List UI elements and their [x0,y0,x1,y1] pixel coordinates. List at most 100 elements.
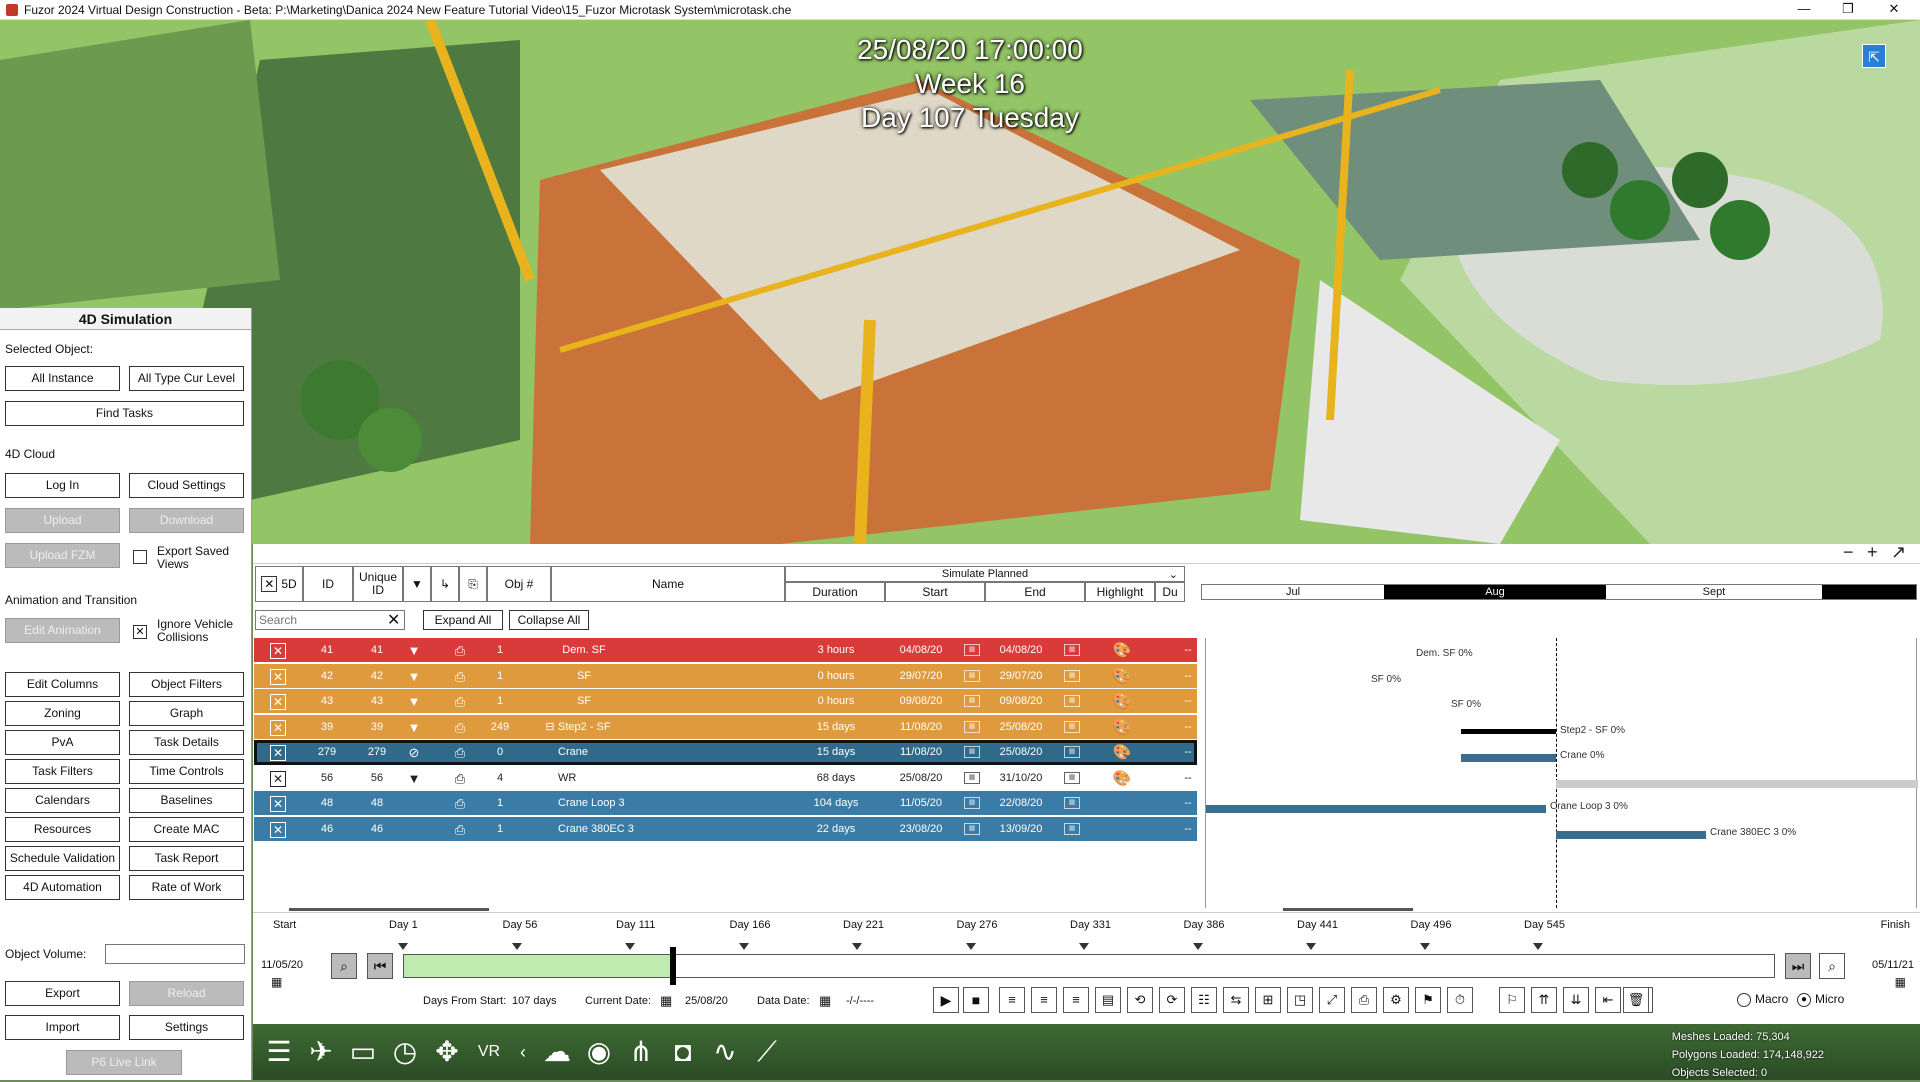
highlight-palette-icon[interactable]: 🎨 [1112,664,1132,689]
cloud-settings-button[interactable]: Cloud Settings [129,473,244,498]
end-calendar-icon[interactable]: ▦ [1064,746,1080,758]
align-left-icon[interactable]: ≡ [999,987,1025,1013]
highlight-palette-icon[interactable]: 🎨 [1112,715,1132,740]
ignore-vehicle-collisions-checkbox[interactable]: ✕ [133,625,147,639]
row-expand-icon[interactable]: ⊟ [544,715,556,740]
current-date-calendar-icon[interactable]: ▦ [660,993,672,1009]
select-all-checkbox[interactable]: ✕ [261,576,278,592]
start-calendar-icon[interactable]: ▦ [964,720,980,733]
table-row[interactable]: ✕ 56 56 4 ▼ ⎙ WR 68 days 25/08/20 ▦ 31/10/20 ▦ 🎨 -- [254,765,1197,791]
all-instance-button[interactable]: All Instance [5,366,120,391]
start-calendar-icon[interactable]: ▦ [964,822,980,835]
table-row[interactable]: ✕ 279 279 0 ⊘ ⎙ Crane 15 days 11/08/20 ▦ 25/08/20 ▦… [254,740,1197,765]
restore-button[interactable]: ❐ [1828,0,1868,20]
timer-icon[interactable]: ⏱ [1447,987,1473,1013]
hdr-name[interactable]: Name [551,566,785,602]
4d-automation-button[interactable]: 4D Automation [5,875,120,900]
vr-icon[interactable]: VR [471,1034,507,1070]
align-right-icon[interactable]: ≡ [1063,987,1089,1013]
skip-start-icon[interactable]: ⏮ [367,953,393,979]
3d-viewport[interactable]: 25/08/20 17:00:00 Week 16 Day 107 Tuesda… [0,20,1920,544]
cloud-icon[interactable]: ☁ [539,1034,575,1070]
down-icon[interactable]: ⇊ [1563,987,1589,1013]
collapse-all-button[interactable]: Collapse All [509,610,589,630]
scale-icon[interactable]: ⤢ [1319,987,1345,1013]
end-calendar-icon[interactable]: ▦ [1064,822,1080,835]
row-checkbox[interactable]: ✕ [270,643,286,659]
list-icon[interactable]: ▤ [1095,987,1121,1013]
calendars-button[interactable]: Calendars [5,788,120,813]
zoom-out-icon[interactable]: ⌕ [331,953,357,979]
print-icon[interactable]: ⎙ [1351,987,1377,1013]
start-calendar-icon[interactable]: ▦ [964,746,980,758]
zoom-in-icon[interactable]: ⌕ [1819,953,1845,979]
end-calendar-icon[interactable]: ▦ [1064,644,1080,656]
rate-of-work-button[interactable]: Rate of Work [129,875,244,900]
macro-radio[interactable] [1737,993,1751,1007]
skip-end-icon[interactable]: ⏭ [1785,953,1811,979]
object-volume-field[interactable] [105,944,245,964]
table-row[interactable]: ✕ 39 39 249 ▼ ⎙ ⊟ Step2 - SF 15 days 11/08/20 ▦ 25/… [254,714,1197,740]
search-input[interactable] [255,610,405,630]
clock-icon[interactable]: ◷ [387,1034,423,1070]
all-type-cur-level-button[interactable]: All Type Cur Level [129,366,244,391]
start-calendar-icon[interactable]: ▦ [964,644,980,656]
start-calendar-icon[interactable]: ▦ [964,797,980,809]
highlight-palette-icon[interactable]: 🎨 [1112,689,1132,714]
hdr-end[interactable]: End [985,582,1085,602]
row-checkbox[interactable]: ✕ [270,796,286,812]
start-calendar-icon[interactable]: ▦ [964,669,980,682]
highlight-palette-icon[interactable] [1112,817,1132,842]
expand-view-icon[interactable]: ⇱ [1862,44,1886,68]
task-filters-button[interactable]: Task Filters [5,759,120,784]
marker-icon[interactable]: ⚐ [1499,987,1525,1013]
eye-icon[interactable]: ◉ [581,1034,617,1070]
simulate-mode-select[interactable]: Simulate Planned ⌄ [785,566,1185,582]
row-checkbox[interactable]: ✕ [270,745,286,761]
filter-icon[interactable]: ▼ [403,566,431,602]
edit-columns-button[interactable]: Edit Columns [5,672,120,697]
gantt-bar[interactable] [1206,805,1546,813]
stop-icon[interactable]: ■ [963,987,989,1013]
data-date-calendar-icon[interactable]: ▦ [819,993,831,1009]
row-checkbox[interactable]: ✕ [270,719,286,736]
end-calendar-icon[interactable]: ▦ [1064,720,1080,733]
start-calendar-icon[interactable]: ▦ [964,695,980,707]
airplane-icon[interactable]: ✈ [303,1034,339,1070]
grid-icon[interactable]: ⊞ [1255,987,1281,1013]
hdr-5d[interactable]: ✕ 5D [255,566,303,602]
hdr-start[interactable]: Start [885,582,985,602]
gantt-bar[interactable] [1556,779,1918,788]
create-mac-button[interactable]: Create MAC [129,817,244,842]
table-row[interactable]: ✕ 42 42 1 ▼ ⎙ SF 0 hours 29/07/20 ▦ 29/07/20 ▦ 🎨 -- [254,663,1197,689]
row-checkbox[interactable]: ✕ [270,821,286,838]
table-row[interactable]: ✕ 43 43 1 ▼ ⎙ SF 0 hours 09/08/20 ▦ 09/08/20 ▦ 🎨 -- [254,689,1197,714]
indent-left-icon[interactable]: ⇤ [1595,987,1621,1013]
cycle-icon[interactable]: ⟲ [1127,987,1153,1013]
reload-button[interactable]: Reload [129,981,244,1006]
schedule-validation-button[interactable]: Schedule Validation [5,846,120,871]
hdr-obj[interactable]: Obj # [487,566,551,602]
end-calendar-icon[interactable]: ▦ [1064,669,1080,682]
delete-icon[interactable]: 🗑 [1623,987,1649,1013]
hdr-du[interactable]: Du [1155,582,1185,602]
task-report-button[interactable]: Task Report [129,846,244,871]
highlight-palette-icon[interactable]: 🎨 [1112,638,1132,663]
align-center-icon[interactable]: ≡ [1031,987,1057,1013]
end-calendar-icon[interactable]: ▦ [1064,695,1080,707]
flag-icon[interactable]: ⚑ [1415,987,1441,1013]
play-icon[interactable]: ▶ [933,987,959,1013]
export-button[interactable]: Export [5,981,120,1006]
start-calendar-icon[interactable]: ▦ [964,771,980,784]
frame-icon[interactable]: ◳ [1287,987,1313,1013]
task-details-button[interactable]: Task Details [129,730,244,755]
minimize-button[interactable]: — [1784,0,1824,20]
micro-radio[interactable]: ● [1797,993,1811,1007]
highlight-palette-icon[interactable]: 🎨 [1112,740,1132,765]
timeline-track[interactable] [403,947,1775,985]
gantt-scrollbar[interactable] [1283,908,1413,911]
chart-line-icon[interactable]: ∿ [707,1034,743,1070]
expand-all-button[interactable]: Expand All [423,610,503,630]
gantt-chart[interactable]: Dem. SF 0% SF 0% SF 0% Step2 - SF 0% Crane 0… [1205,638,1918,908]
hdr-duration[interactable]: Duration [785,582,885,602]
